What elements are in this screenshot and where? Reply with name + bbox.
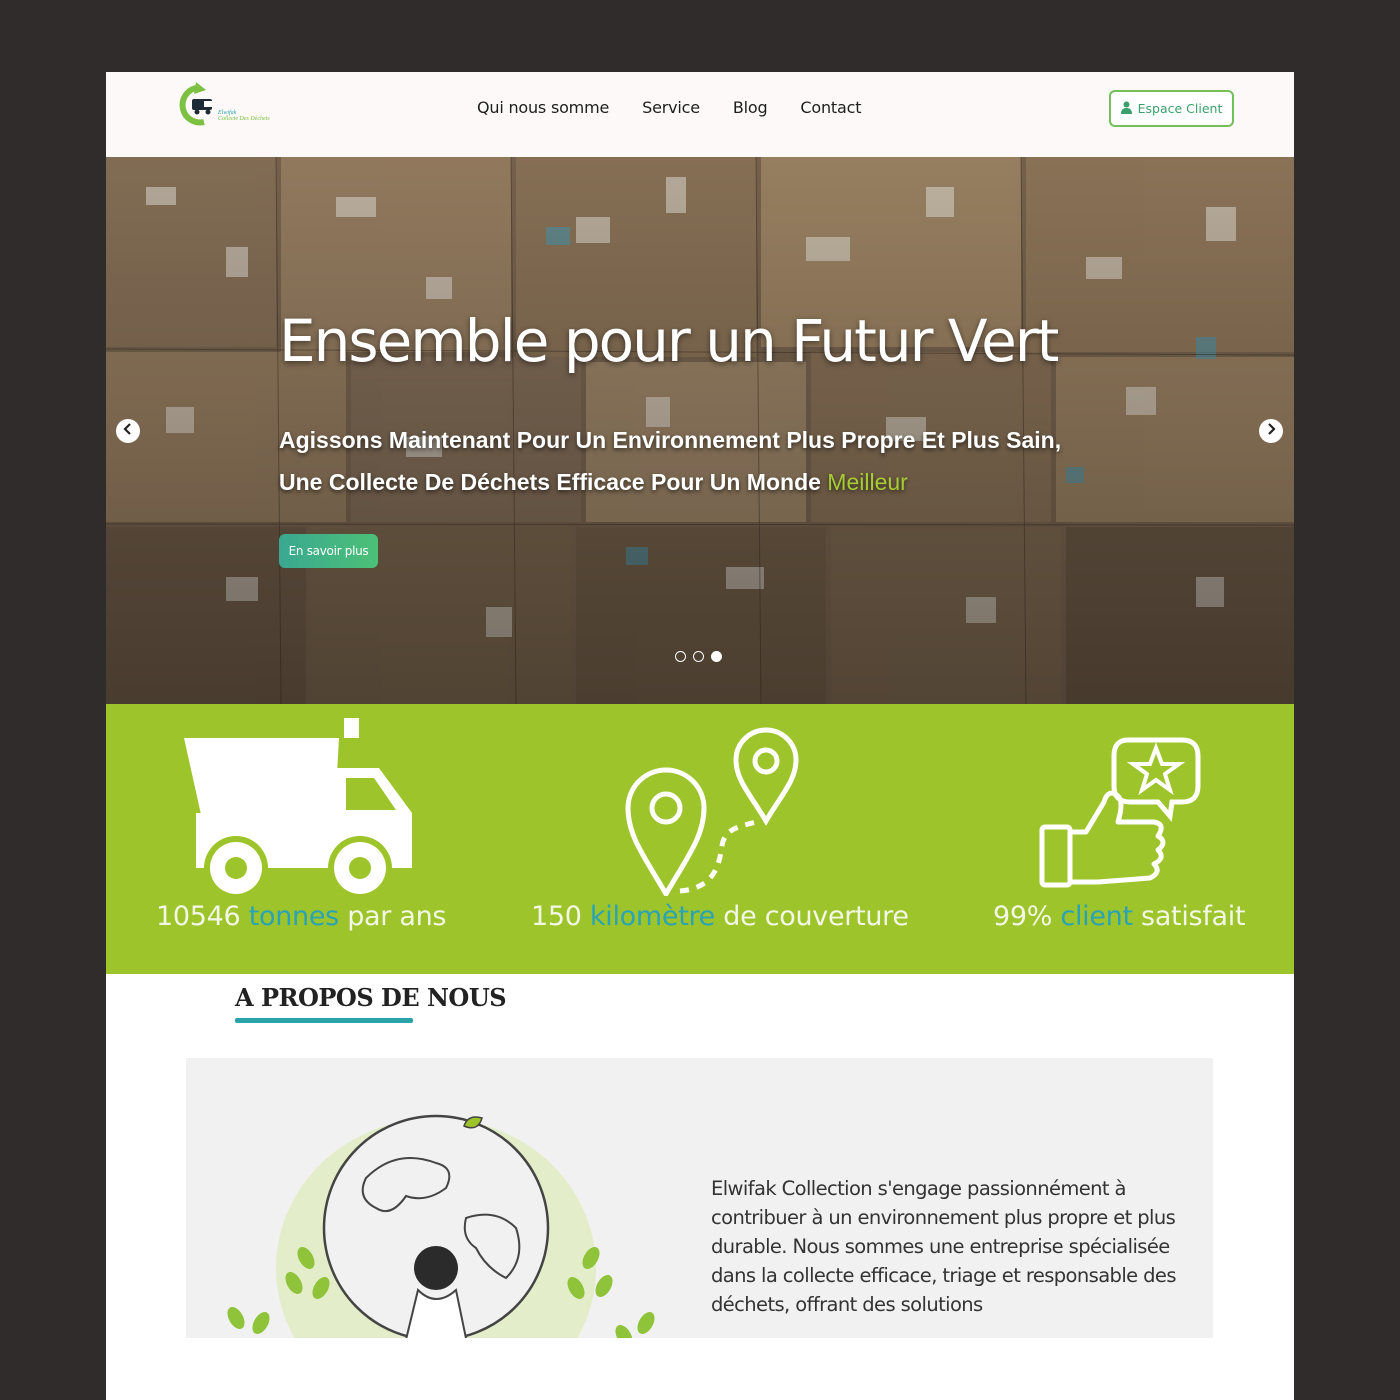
carousel-prev-button[interactable] bbox=[116, 419, 140, 443]
about-description: Elwifak Collection s'engage passionnémen… bbox=[711, 1177, 1176, 1316]
hero-title: Ensemble pour un Futur Vert bbox=[279, 307, 1059, 375]
espace-client-button[interactable]: Espace Client bbox=[1109, 90, 1234, 127]
espace-client-label: Espace Client bbox=[1137, 101, 1223, 116]
chevron-right-icon bbox=[1265, 422, 1277, 440]
carousel-next-button[interactable] bbox=[1259, 419, 1283, 443]
hero-subtitle-line2: Une Collecte De Déchets Efficace Pour Un… bbox=[279, 469, 908, 495]
stat-tonnes: 10546 tonnes par ans bbox=[156, 901, 447, 932]
nav-service[interactable]: Service bbox=[642, 98, 700, 117]
user-icon bbox=[1120, 101, 1132, 117]
page: Elwifak Collecte Des Déchets Qui nous so… bbox=[106, 72, 1294, 1400]
earth-illustration bbox=[206, 1108, 666, 1338]
hero-subtitle-highlight: Meilleur bbox=[827, 469, 908, 495]
logo-wordmark: Elwifak Collecte Des Déchets bbox=[218, 110, 270, 122]
stat-satisfaction: 99% client satisfait bbox=[993, 901, 1246, 932]
thumbs-up-star-icon bbox=[1038, 732, 1202, 897]
about-content-box: Elwifak Collection s'engage passionnémen… bbox=[186, 1058, 1213, 1338]
nav-contact[interactable]: Contact bbox=[800, 98, 861, 117]
carousel-dot-3[interactable] bbox=[711, 651, 722, 662]
dump-truck-icon bbox=[184, 718, 414, 903]
about-section-title: A PROPOS DE NOUS bbox=[235, 983, 507, 1012]
stats-band: 10546 tonnes par ans 150 kilomètre de co… bbox=[106, 704, 1294, 974]
chevron-left-icon bbox=[122, 422, 134, 440]
hero-subtitle: Agissons Maintenant Pour Un Environnemen… bbox=[279, 419, 1061, 503]
carousel-indicators bbox=[675, 651, 722, 662]
hero-carousel: Ensemble pour un Futur Vert Agissons Mai… bbox=[106, 157, 1294, 704]
site-header: Elwifak Collecte Des Déchets Qui nous so… bbox=[106, 72, 1294, 157]
main-nav: Qui nous somme Service Blog Contact bbox=[477, 98, 861, 117]
en-savoir-plus-button[interactable]: En savoir plus bbox=[279, 534, 378, 568]
hero-subtitle-line1: Agissons Maintenant Pour Un Environnemen… bbox=[279, 427, 1062, 453]
carousel-dot-1[interactable] bbox=[675, 651, 686, 662]
carousel-dot-2[interactable] bbox=[693, 651, 704, 662]
nav-qui-nous-somme[interactable]: Qui nous somme bbox=[477, 98, 609, 117]
title-underline bbox=[235, 1018, 413, 1023]
stat-kilometre: 150 kilomètre de couverture bbox=[531, 901, 909, 932]
route-pins-icon bbox=[624, 726, 804, 901]
nav-blog[interactable]: Blog bbox=[733, 98, 768, 117]
